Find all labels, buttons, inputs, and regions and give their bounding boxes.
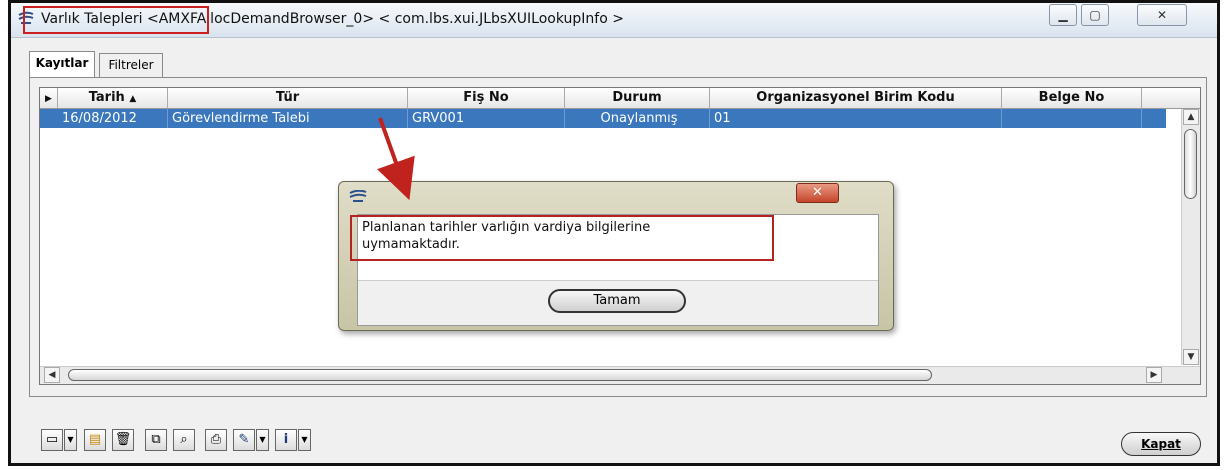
scroll-down-icon: ▼ <box>1187 352 1195 362</box>
scroll-left-icon: ◀ <box>48 370 56 380</box>
chevron-down-icon: ▼ <box>67 435 74 444</box>
open-button[interactable]: ▤ <box>84 429 106 451</box>
info-dropdown[interactable]: ▼ <box>298 429 311 451</box>
new-record-dropdown[interactable]: ▼ <box>64 429 77 451</box>
close-icon: ✕ <box>812 185 823 200</box>
row-indicator-header: ▶ <box>40 88 58 108</box>
title-highlight-box <box>23 6 209 34</box>
scroll-right-icon: ▶ <box>1150 370 1158 380</box>
new-record-button[interactable]: ▭ <box>41 429 63 451</box>
horizontal-scrollbar[interactable]: ◀ ▶ <box>40 366 1200 384</box>
tab-filtreler[interactable]: Filtreler <box>99 53 163 77</box>
maximize-icon: ▢ <box>1089 8 1101 22</box>
column-header-belge-no[interactable]: Belge No <box>1002 88 1142 108</box>
view-icon: ⌕ <box>180 432 188 447</box>
scroll-up-icon: ▲ <box>1187 112 1195 122</box>
horizontal-scroll-thumb[interactable] <box>68 369 932 381</box>
copy-button[interactable]: ⧉ <box>145 429 167 451</box>
message-highlight-box <box>350 215 774 261</box>
vertical-scrollbar[interactable]: ▲ ▼ <box>1181 109 1200 365</box>
cell-durum: Onaylanmış <box>565 109 710 128</box>
scroll-right-button[interactable]: ▶ <box>1146 367 1162 383</box>
sort-ascending-icon: ▲ <box>129 94 137 104</box>
minimize-icon: ▁ <box>1058 8 1068 22</box>
view-button[interactable]: ⌕ <box>173 429 195 451</box>
edit-dropdown[interactable]: ▼ <box>256 429 269 451</box>
dialog-close-button[interactable]: ✕ <box>796 183 839 203</box>
info-icon: i <box>283 432 289 447</box>
vertical-scroll-thumb[interactable] <box>1184 129 1197 199</box>
delete-icon: 🗑 <box>114 432 132 447</box>
close-form-button[interactable]: Kapat <box>1121 432 1201 456</box>
tab-kayitlar[interactable]: Kayıtlar <box>29 51 95 77</box>
edit-button[interactable]: ✎ <box>233 429 255 451</box>
maximize-button[interactable]: ▢ <box>1081 4 1109 26</box>
table-row[interactable]: 16/08/2012 Görevlendirme Talebi GRV001 O… <box>40 109 1166 128</box>
open-icon: ▤ <box>88 432 102 447</box>
column-header-org-birim-kodu[interactable]: Organizasyonel Birim Kodu <box>710 88 1002 108</box>
minimize-button[interactable]: ▁ <box>1049 4 1077 26</box>
message-dialog: ✕ Planlanan tarihler varlığın vardiya bi… <box>338 181 894 331</box>
scroll-down-button[interactable]: ▼ <box>1183 349 1199 365</box>
delete-button[interactable]: 🗑 <box>112 429 134 451</box>
print-button[interactable]: ⎙ <box>205 429 227 451</box>
edit-icon: ✎ <box>238 432 250 447</box>
close-icon: ✕ <box>1156 8 1168 22</box>
cell-org-birim-kodu: 01 <box>710 109 1002 128</box>
cell-fis-no: GRV001 <box>408 109 565 128</box>
window-close-button[interactable]: ✕ <box>1137 4 1187 26</box>
app-logo-icon <box>349 190 367 202</box>
grid-header: ▶ Tarih ▲ Tür Fiş No Durum Organizasyone… <box>40 88 1200 109</box>
chevron-down-icon: ▼ <box>259 435 266 444</box>
dialog-message: Planlanan tarihler varlığın vardiya bilg… <box>350 215 878 281</box>
title-bar: Varlık Talepleri <AMXFAllocDemandBrowser… <box>11 3 1217 38</box>
cell-tarih: 16/08/2012 <box>58 109 168 128</box>
chevron-down-icon: ▼ <box>301 435 308 444</box>
row-pointer-icon: ▶ <box>45 94 52 104</box>
new-icon: ▭ <box>45 432 59 447</box>
column-header-tur[interactable]: Tür <box>168 88 408 108</box>
column-header-fis-no[interactable]: Fiş No <box>408 88 565 108</box>
info-button[interactable]: i <box>275 429 297 451</box>
copy-icon: ⧉ <box>151 432 161 447</box>
column-header-tarih[interactable]: Tarih ▲ <box>58 88 168 108</box>
column-header-durum[interactable]: Durum <box>565 88 710 108</box>
print-icon: ⎙ <box>210 432 222 447</box>
dialog-body: Planlanan tarihler varlığın vardiya bilg… <box>350 214 879 326</box>
ok-button[interactable]: Tamam <box>548 289 686 313</box>
scroll-left-button[interactable]: ◀ <box>44 367 60 383</box>
cell-belge-no <box>1002 109 1142 128</box>
cell-tur: Görevlendirme Talebi <box>168 109 408 128</box>
scroll-up-button[interactable]: ▲ <box>1183 109 1199 125</box>
